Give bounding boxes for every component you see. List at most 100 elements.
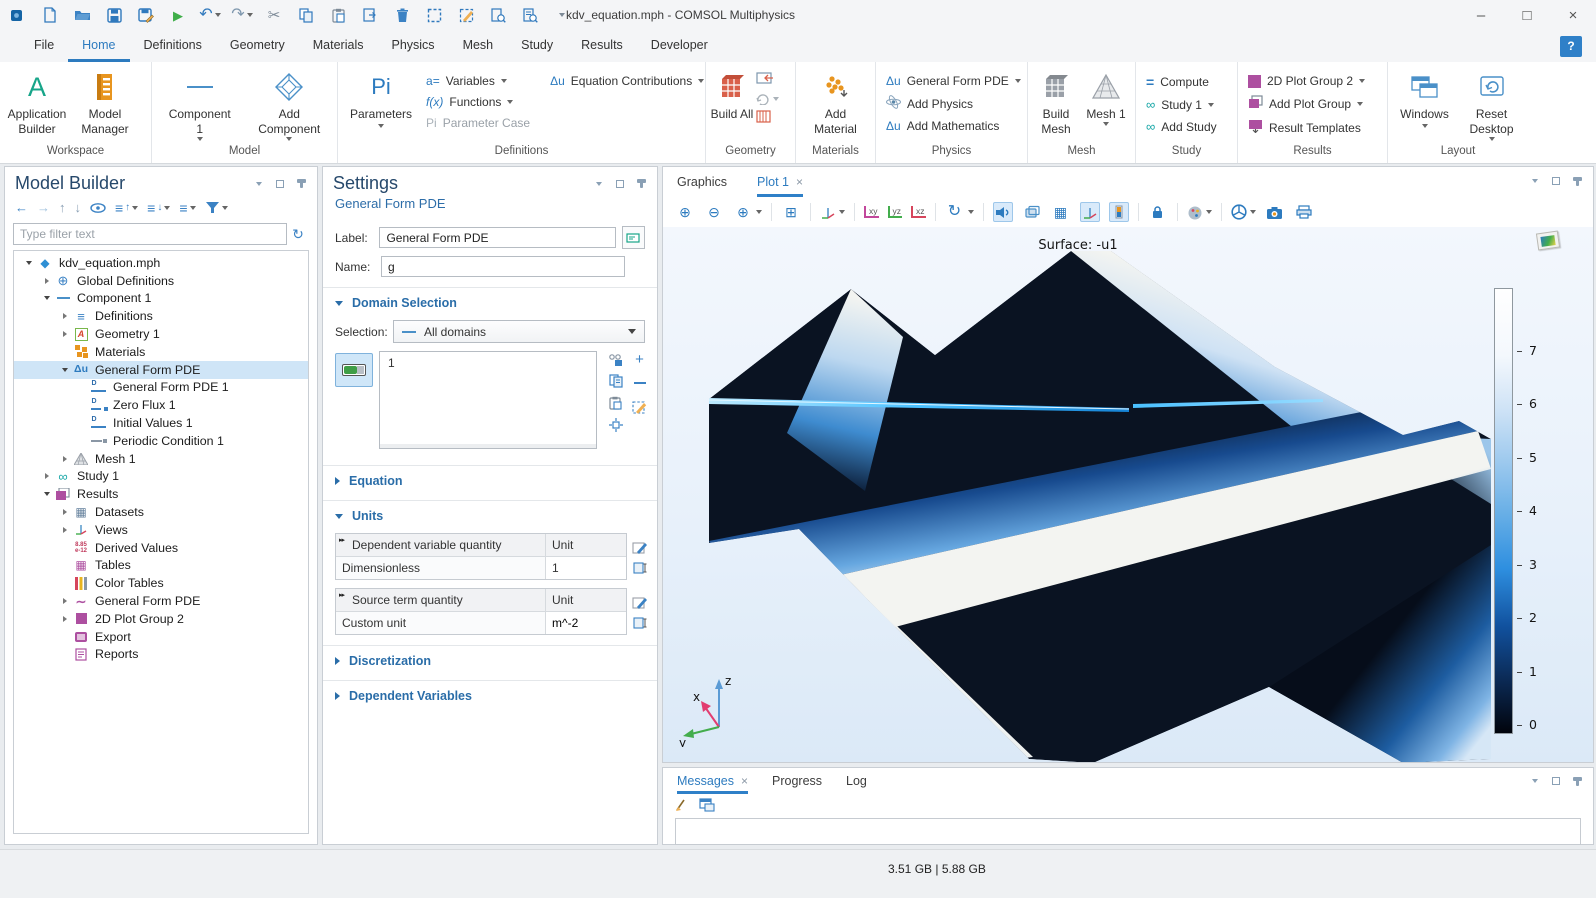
tree-item-general-form-pde[interactable]: ΔuGeneral Form PDE xyxy=(14,361,308,379)
refresh-icon[interactable]: ↻ xyxy=(287,227,309,241)
create-selection-icon[interactable] xyxy=(607,351,624,367)
zoom-to-selection-icon[interactable] xyxy=(607,417,624,433)
duplicate-icon[interactable] xyxy=(360,5,380,25)
tab-messages[interactable]: Messages× xyxy=(677,768,748,794)
copy-table-icon[interactable] xyxy=(699,798,715,815)
undo-icon[interactable]: ↶ xyxy=(200,5,220,25)
edit-quantity-icon[interactable] xyxy=(631,539,649,555)
panel-pin-icon[interactable] xyxy=(635,178,647,190)
collapse-all-icon[interactable]: ≡↓ xyxy=(147,201,170,215)
tree-filter-input[interactable] xyxy=(13,223,287,245)
add-mathematics-button[interactable]: ΔuAdd Mathematics xyxy=(886,119,1021,133)
delete-icon[interactable] xyxy=(392,5,412,25)
move-down-icon[interactable]: ↓ xyxy=(75,200,82,215)
add-component-button[interactable]: Add Component xyxy=(256,67,322,141)
menu-tab-study[interactable]: Study xyxy=(507,30,567,62)
zoom-extents-icon[interactable]: ⊞ xyxy=(781,202,801,222)
name-field[interactable] xyxy=(381,256,625,277)
virtual-operations-icon[interactable] xyxy=(756,110,779,126)
copy-selection-icon[interactable] xyxy=(607,373,624,389)
panel-pin-icon[interactable] xyxy=(295,178,307,190)
rotate-icon[interactable]: ↻ xyxy=(945,202,974,222)
go-to-view-icon[interactable] xyxy=(820,205,845,220)
component-1-button[interactable]: Component 1 xyxy=(167,67,233,141)
maximize-button[interactable]: □ xyxy=(1504,0,1550,30)
show-icon[interactable] xyxy=(90,202,106,214)
compute-button[interactable]: =Compute xyxy=(1146,74,1217,90)
label-field[interactable] xyxy=(379,227,615,248)
edit-quantity-icon[interactable] xyxy=(631,594,649,610)
move-up-icon[interactable]: ↑ xyxy=(59,200,66,215)
colorbar-toggle-icon[interactable] xyxy=(1109,202,1129,222)
menu-tab-materials[interactable]: Materials xyxy=(299,30,378,62)
unit-list-icon[interactable] xyxy=(631,560,649,576)
cut-icon[interactable]: ✂ xyxy=(264,5,284,25)
remove-domain-icon[interactable] xyxy=(631,375,648,391)
panel-float-icon[interactable] xyxy=(274,178,286,190)
snapshot-icon[interactable] xyxy=(1265,202,1285,222)
tree-item-general-form-pde-results[interactable]: ∼General Form PDE xyxy=(14,592,308,610)
tree-item-views[interactable]: Views xyxy=(14,521,308,539)
view-xz-icon[interactable]: xz xyxy=(911,206,926,218)
menu-tab-developer[interactable]: Developer xyxy=(637,30,722,62)
selection-dropdown[interactable]: All domains xyxy=(393,320,645,343)
tree-item-general-form-pde-1[interactable]: DGeneral Form PDE 1 xyxy=(14,379,308,397)
panel-float-icon[interactable] xyxy=(1550,175,1562,187)
section-equation[interactable]: Equation xyxy=(323,465,657,490)
color-palette-icon[interactable] xyxy=(1187,205,1212,220)
tree-item-mesh-1[interactable]: Mesh 1 xyxy=(14,450,308,468)
menu-tab-physics[interactable]: Physics xyxy=(377,30,448,62)
general-form-pde-button[interactable]: ΔuGeneral Form PDE xyxy=(886,74,1021,88)
help-button[interactable]: ? xyxy=(1560,36,1582,57)
panel-menu-icon[interactable] xyxy=(1529,775,1541,787)
tab-progress[interactable]: Progress xyxy=(772,768,822,794)
add-domain-icon[interactable]: + xyxy=(631,351,648,367)
tree-item-tables[interactable]: ▦Tables xyxy=(14,557,308,575)
tab-graphics[interactable]: Graphics xyxy=(677,167,727,197)
menu-tab-home[interactable]: Home xyxy=(68,30,129,62)
2d-plot-group-2-button[interactable]: 2D Plot Group 2 xyxy=(1248,74,1365,88)
custom-unit-input[interactable] xyxy=(552,616,620,630)
tree-item-materials[interactable]: Materials xyxy=(14,343,308,361)
plot-thumbnail-icon[interactable] xyxy=(1536,231,1560,251)
panel-pin-icon[interactable] xyxy=(1571,775,1583,787)
expand-columns-icon[interactable]: ▸▸ xyxy=(339,536,344,544)
close-tab-icon[interactable]: × xyxy=(796,175,803,189)
tree-item-root[interactable]: ◆kdv_equation.mph xyxy=(14,254,308,272)
section-domain-selection[interactable]: Domain Selection xyxy=(323,287,657,312)
build-mesh-button[interactable]: Build Mesh xyxy=(1032,67,1080,137)
expand-all-icon[interactable]: ≡↑ xyxy=(115,201,138,215)
close-button[interactable]: × xyxy=(1550,0,1596,30)
copy-icon[interactable] xyxy=(296,5,316,25)
open-file-icon[interactable] xyxy=(72,5,92,25)
forward-icon[interactable]: → xyxy=(37,200,50,215)
zoom-out-icon[interactable]: ⊖ xyxy=(704,202,724,222)
tree-item-global-definitions[interactable]: ⊕Global Definitions xyxy=(14,272,308,290)
menu-tab-geometry[interactable]: Geometry xyxy=(216,30,299,62)
grid-icon[interactable]: ▦ xyxy=(1051,202,1071,222)
tree-item-definitions[interactable]: ≡Definitions xyxy=(14,307,308,325)
panel-menu-icon[interactable] xyxy=(253,178,265,190)
mesh-1-button[interactable]: Mesh 1 xyxy=(1082,67,1130,126)
zoom-in-icon[interactable]: ⊕ xyxy=(675,202,695,222)
section-discretization[interactable]: Discretization xyxy=(323,645,657,670)
tree-item-color-tables[interactable]: Color Tables xyxy=(14,574,308,592)
tab-plot-1[interactable]: Plot 1× xyxy=(757,167,803,197)
panel-menu-icon[interactable] xyxy=(1529,175,1541,187)
tree-item-zero-flux-1[interactable]: DZero Flux 1 xyxy=(14,396,308,414)
messages-output[interactable] xyxy=(675,818,1581,845)
functions-button[interactable]: f(x)Functions xyxy=(426,95,530,109)
paste-selection-icon[interactable] xyxy=(607,395,624,411)
unit-cell[interactable]: 1 xyxy=(546,557,626,579)
scene-light-icon[interactable] xyxy=(1022,202,1042,222)
menu-tab-mesh[interactable]: Mesh xyxy=(449,30,508,62)
view-xy-icon[interactable]: xy xyxy=(864,206,879,218)
tree-item-geometry-1[interactable]: AGeometry 1 xyxy=(14,325,308,343)
panel-menu-icon[interactable] xyxy=(593,178,605,190)
panel-float-icon[interactable] xyxy=(1550,775,1562,787)
clear-selection-icon[interactable] xyxy=(631,399,648,415)
save-as-icon[interactable] xyxy=(136,5,156,25)
model-manager-button[interactable]: Model Manager xyxy=(72,67,138,137)
redo-icon[interactable]: ↷ xyxy=(232,5,252,25)
tree-item-datasets[interactable]: ▦Datasets xyxy=(14,503,308,521)
